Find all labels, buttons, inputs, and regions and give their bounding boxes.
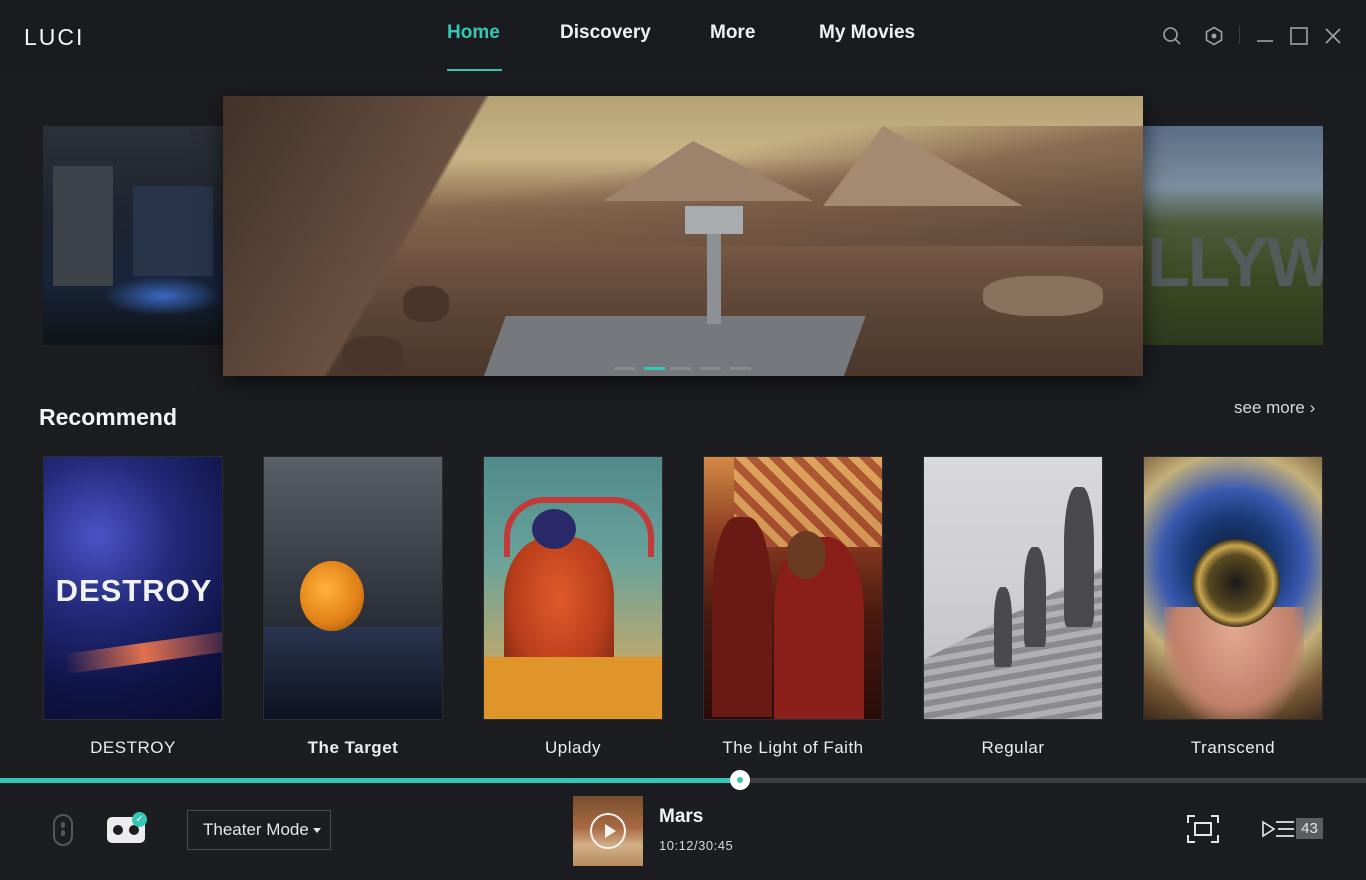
carousel-next-slide[interactable]: LLYW: [1143, 126, 1323, 345]
top-bar: LUCI Home Discovery More My Movies: [0, 0, 1366, 72]
progress-bar[interactable]: [0, 778, 1366, 783]
movie-title: The Target: [307, 738, 399, 757]
playlist-count-badge: 43: [1296, 818, 1323, 839]
movie-poster: [923, 456, 1103, 720]
movie-card-regular[interactable]: Regular: [923, 456, 1103, 757]
see-more-link[interactable]: see more ›: [1234, 398, 1315, 418]
movie-title: The Light of Faith: [722, 738, 864, 757]
poster-art: [63, 631, 222, 675]
search-icon[interactable]: [1162, 26, 1182, 46]
nav-home[interactable]: Home: [447, 22, 500, 44]
vr-lens: [113, 825, 123, 835]
playlist-icon[interactable]: [1262, 818, 1296, 842]
hero-art: [223, 96, 513, 376]
close-icon[interactable]: [1323, 26, 1343, 46]
nav-my-movies[interactable]: My Movies: [819, 22, 915, 44]
rover-image: [685, 206, 743, 234]
window-controls-divider: [1239, 26, 1240, 44]
carousel-dot-active[interactable]: [644, 367, 665, 370]
slide-art: [133, 186, 213, 276]
carousel-prev-slide[interactable]: [43, 126, 223, 345]
hero-art: [603, 141, 813, 201]
hollywood-sign-image: LLYW: [1147, 223, 1323, 301]
movie-title: Uplady: [545, 738, 601, 757]
movie-card-transcend[interactable]: Transcend: [1143, 456, 1323, 757]
carousel-dot[interactable]: [614, 367, 635, 370]
settings-icon[interactable]: [1204, 26, 1224, 46]
play-icon[interactable]: [590, 813, 626, 849]
hero-art: [403, 286, 449, 322]
poster-art: [786, 531, 826, 579]
movie-poster: [703, 456, 883, 720]
movie-card-uplady[interactable]: Uplady: [483, 456, 663, 757]
now-playing-time: 10:12/30:45: [659, 838, 734, 853]
hero-art: [343, 336, 403, 376]
figure-image: [1064, 487, 1094, 627]
helmet-image: [532, 509, 576, 549]
poster-art: [484, 657, 662, 719]
poster-text: DESTROY: [55, 573, 213, 608]
progress-handle[interactable]: [730, 770, 750, 790]
minimize-icon[interactable]: [1255, 26, 1275, 46]
nav-discovery[interactable]: Discovery: [560, 22, 651, 44]
nav-active-indicator: [447, 69, 502, 71]
movie-poster: DESTROY: [43, 456, 223, 720]
movie-card-the-target[interactable]: The Target: [263, 456, 443, 757]
movie-title: Transcend: [1190, 738, 1276, 757]
hero-art: [823, 126, 1023, 206]
figure-image: [994, 587, 1012, 667]
now-playing-thumbnail[interactable]: [573, 796, 643, 866]
movie-poster: [1143, 456, 1323, 720]
movie-title: Regular: [981, 738, 1045, 757]
movie-card-the-light-of-faith[interactable]: The Light of Faith: [703, 456, 883, 757]
hero-art: [983, 276, 1103, 316]
viewing-mode-dropdown[interactable]: Theater Mode: [187, 810, 331, 850]
checkmark-icon: ✓: [132, 812, 147, 827]
maximize-icon[interactable]: [1289, 26, 1309, 46]
movie-poster: [483, 456, 663, 720]
carousel-dot[interactable]: [670, 367, 691, 370]
slide-art: [53, 166, 113, 286]
movie-title: DESTROY: [90, 738, 176, 757]
carousel-main-slide[interactable]: [223, 96, 1143, 376]
mouse-control-icon[interactable]: [53, 814, 73, 846]
fullscreen-icon[interactable]: [1187, 815, 1219, 843]
progress-fill: [0, 778, 740, 783]
slide-art: [103, 276, 223, 316]
poster-art: [264, 627, 442, 719]
movie-poster: [263, 456, 443, 720]
singing-bowl-image: [1192, 539, 1280, 627]
caret-down-icon: [313, 828, 321, 833]
now-playing-title: Mars: [659, 806, 704, 827]
movie-card-destroy[interactable]: DESTROY DESTROY: [43, 456, 223, 757]
nav-more[interactable]: More: [710, 22, 755, 44]
monk-image: [712, 517, 772, 717]
recommend-title: Recommend: [39, 404, 178, 430]
robot-image: [300, 561, 364, 631]
carousel-dot[interactable]: [700, 367, 721, 370]
carousel-dot[interactable]: [730, 367, 751, 370]
figure-image: [1024, 547, 1046, 647]
